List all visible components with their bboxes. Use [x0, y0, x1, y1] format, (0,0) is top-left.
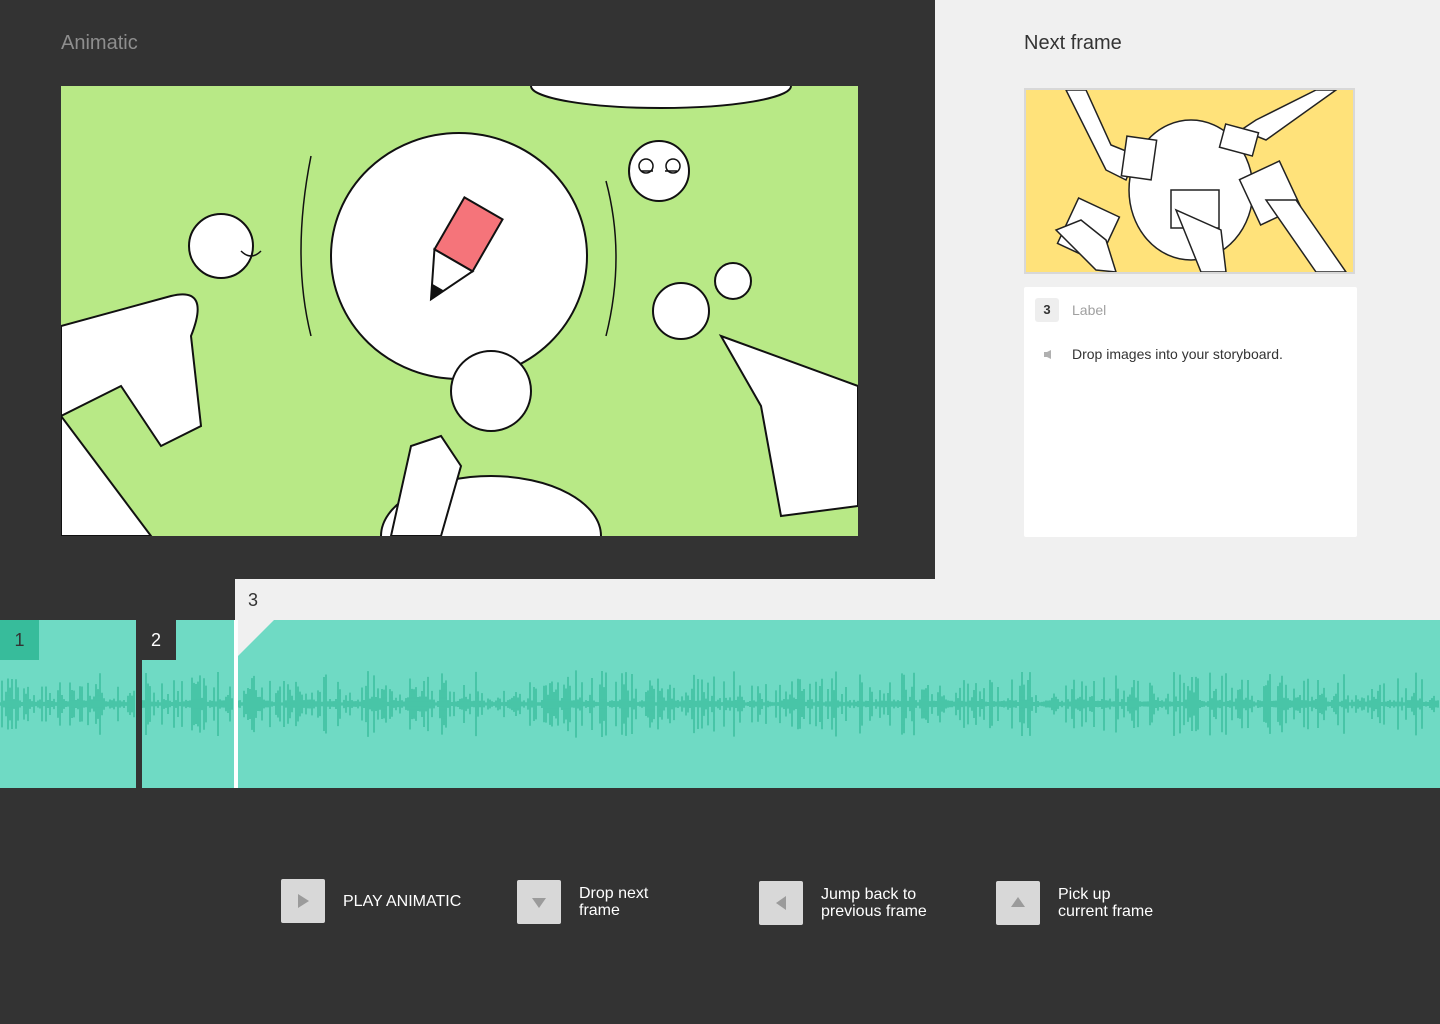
drop-next-frame-control[interactable]: Drop next frame: [517, 880, 648, 924]
card-frame-number: 3: [1035, 298, 1059, 322]
card-label-field[interactable]: Label: [1072, 302, 1106, 318]
jump-back-button[interactable]: [759, 881, 803, 925]
arrow-down-icon: [532, 898, 546, 908]
jump-back-control[interactable]: Jump back to previous frame: [759, 881, 927, 925]
next-frame-panel: Next frame 3 Label Drop images into your…: [935, 0, 1440, 620]
playhead[interactable]: [234, 620, 238, 788]
hands-sketch: [1054, 90, 1347, 272]
next-frame-thumbnail[interactable]: [1024, 88, 1355, 274]
card-description[interactable]: Drop images into your storyboard.: [1072, 346, 1283, 362]
waveform-path: [142, 672, 233, 736]
pick-up-button[interactable]: [996, 881, 1040, 925]
drop-next-frame-label: Drop next frame: [579, 885, 649, 919]
animatic-title: Animatic: [61, 32, 138, 54]
frame-number-3[interactable]: 3: [248, 590, 258, 611]
waveform-path: [238, 670, 1439, 738]
timeline-header: [235, 579, 935, 620]
frame-badge-2[interactable]: 2: [136, 620, 176, 660]
waveform: [238, 670, 1439, 738]
speaker-icon[interactable]: [1044, 350, 1052, 359]
play-animatic-control[interactable]: PLAY ANIMATIC: [281, 879, 461, 923]
play-icon: [298, 894, 309, 908]
current-frame-image: [61, 86, 858, 536]
arrow-up-icon: [1011, 897, 1025, 907]
pick-up-control[interactable]: Pick up current frame: [996, 881, 1153, 925]
arrow-left-icon: [776, 896, 786, 910]
waveform-path: [0, 673, 135, 735]
pick-up-label: Pick up current frame: [1058, 886, 1154, 920]
drop-next-frame-button[interactable]: [517, 880, 561, 924]
play-animatic-label: PLAY ANIMATIC: [343, 892, 462, 910]
storyboard-sketch: [61, 86, 858, 536]
next-frame-title: Next frame: [1024, 32, 1122, 54]
frame-3-start-notch: [238, 620, 274, 656]
frame-badge-1[interactable]: 1: [0, 620, 39, 660]
timeline-track-frame-3[interactable]: [238, 620, 1440, 788]
frame-card: 3 Label Drop images into your storyboard…: [1024, 287, 1357, 537]
play-button[interactable]: [281, 879, 325, 923]
jump-back-label: Jump back to previous frame: [821, 886, 927, 920]
